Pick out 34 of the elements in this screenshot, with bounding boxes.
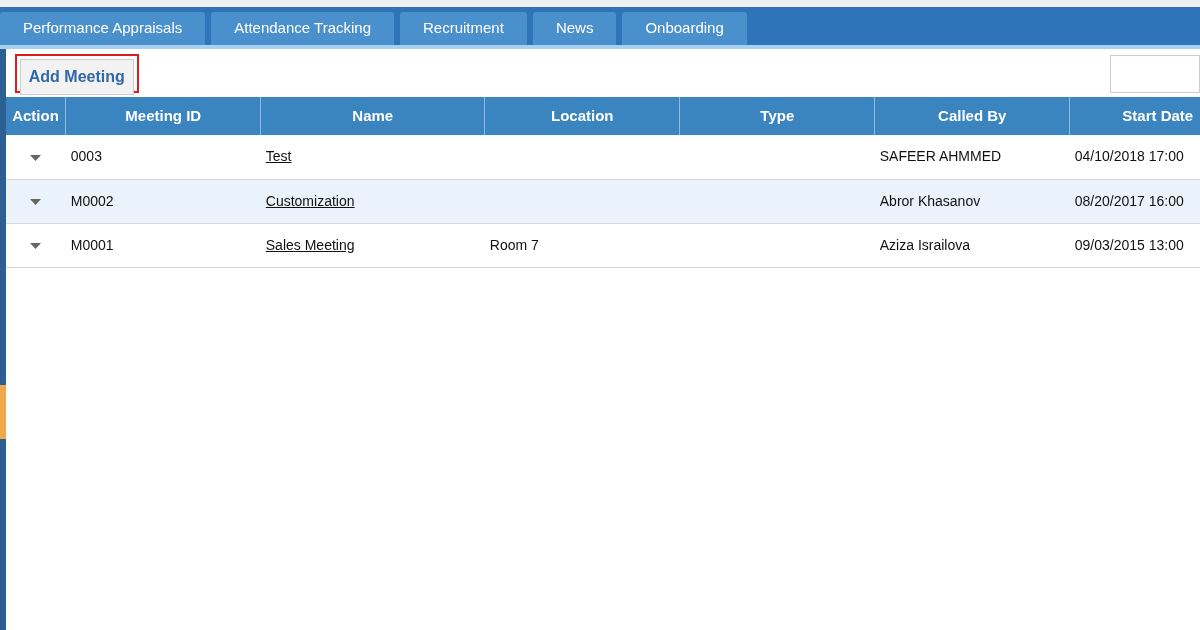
column-header[interactable]: Location <box>484 97 680 135</box>
column-header[interactable]: Type <box>679 97 875 135</box>
tab[interactable]: Onboarding <box>622 12 747 45</box>
column-header[interactable]: Called By <box>874 97 1070 135</box>
sidebar-toggle-handle[interactable] <box>0 385 6 439</box>
caret-icon[interactable] <box>29 154 41 161</box>
column-header[interactable]: Start Date <box>1069 97 1200 135</box>
table-row[interactable]: 0003 Test SAFEER AHMMED 04/10/2018 17:00 <box>5 135 1200 179</box>
tab[interactable]: Recruitment <box>400 12 527 45</box>
table-cell: 0003 <box>70 148 102 165</box>
search-field[interactable] <box>1110 55 1200 93</box>
table-cell: M0002 <box>70 192 114 209</box>
tab[interactable]: Performance Appraisals <box>0 12 206 45</box>
table-cell: Abror Khasanov <box>879 192 981 209</box>
caret-icon[interactable] <box>29 198 41 205</box>
meeting-name-link[interactable]: Test <box>265 148 292 165</box>
column-header[interactable]: Name <box>260 97 485 135</box>
column-header[interactable]: Meeting ID <box>65 97 261 135</box>
table-cell: 09/03/2015 13:00 <box>1074 236 1184 253</box>
table-cell: SAFEER AHMMED <box>879 148 1002 165</box>
table-row[interactable]: M0001 Sales Meeting Room 7 Aziza Israilova 09/03/2015 13:00 <box>5 223 1200 267</box>
table-cell: Aziza Israilova <box>879 236 971 253</box>
table-row[interactable]: M0002 Customization Abror Khasanov 08/20/2017 16:00 <box>5 179 1200 223</box>
table-cell: Room 7 <box>489 236 539 253</box>
add-meeting-button[interactable]: Add Meeting <box>14 54 139 93</box>
caret-icon[interactable] <box>29 242 41 249</box>
table-cell: 08/20/2017 16:00 <box>1074 192 1184 209</box>
tab[interactable]: News <box>532 12 617 45</box>
tab[interactable]: Attendance Tracking <box>211 12 394 45</box>
meeting-name-link[interactable]: Sales Meeting <box>265 236 355 253</box>
table-cell: 04/10/2018 17:00 <box>1074 148 1184 165</box>
meeting-name-link[interactable]: Customization <box>265 192 355 209</box>
column-header[interactable]: Action <box>5 97 66 135</box>
table-cell: M0001 <box>70 236 114 253</box>
